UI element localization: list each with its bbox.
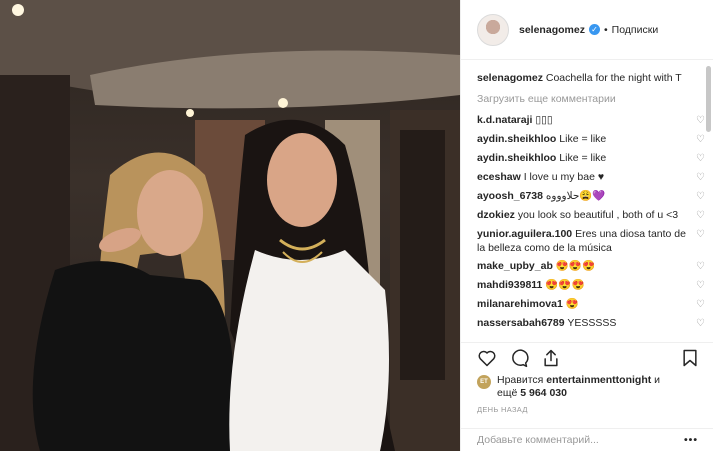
comment-username[interactable]: aydin.sheikhloo bbox=[477, 152, 556, 164]
comment-row: aydin.sheikhloo Like = like ♡ bbox=[477, 151, 705, 166]
comment-like-heart-icon[interactable]: ♡ bbox=[691, 152, 705, 166]
more-options-icon[interactable]: ••• bbox=[684, 434, 698, 446]
comment-username[interactable]: dzokiez bbox=[477, 209, 515, 221]
header-separator: • bbox=[603, 23, 608, 36]
comment-row: make_upby_ab 😍😍😍 ♡ bbox=[477, 259, 705, 274]
likes-more-prefix: ещё bbox=[497, 387, 521, 399]
likes-summary: ET Нравится entertainmenttonight и ещё 5… bbox=[477, 374, 707, 400]
comments-list[interactable]: selenagomez Coachella for the night with… bbox=[461, 61, 713, 339]
likes-and: и bbox=[651, 374, 661, 386]
comment-username[interactable]: yunior.aguilera.100 bbox=[477, 228, 572, 240]
comment-text: 😍 bbox=[565, 298, 579, 310]
comment-username[interactable]: aydin.sheikhloo bbox=[477, 133, 556, 145]
comment-row: k.d.nataraji ▯▯▯ ♡ bbox=[477, 113, 705, 128]
comment-icon[interactable] bbox=[507, 346, 531, 370]
comment-username[interactable]: make_upby_ab bbox=[477, 260, 553, 272]
comment-row: aydin.sheikhloo Like = like ♡ bbox=[477, 132, 705, 147]
add-comment-bar: Добавьте комментарий... ••• bbox=[461, 428, 713, 451]
comment-text: Like = like bbox=[559, 133, 607, 145]
post-side-panel: selenagomez ✓ • Подписки selenagomez Coa… bbox=[460, 0, 713, 451]
comment-text: حلاوووه😩💜 bbox=[545, 190, 606, 202]
liker-avatar[interactable]: ET bbox=[477, 375, 491, 389]
comment-row: yunior.aguilera.100 Eres una diosa tanto… bbox=[477, 227, 705, 255]
comment-like-heart-icon[interactable]: ♡ bbox=[691, 228, 705, 242]
likes-count[interactable]: 5 964 030 bbox=[520, 387, 567, 399]
add-comment-input[interactable]: Добавьте комментарий... bbox=[477, 434, 684, 446]
comment-like-heart-icon[interactable]: ♡ bbox=[691, 190, 705, 204]
comment-text: you look so beautiful , both of u <3 bbox=[517, 209, 679, 221]
following-button[interactable]: Подписки bbox=[612, 24, 659, 36]
post-header: selenagomez ✓ • Подписки bbox=[461, 0, 713, 60]
comments-scrollbar[interactable] bbox=[706, 66, 711, 132]
comment-username[interactable]: mahdi939811 bbox=[477, 279, 542, 291]
header-username[interactable]: selenagomez bbox=[519, 24, 585, 36]
load-more-comments-link[interactable]: Загрузить еще комментарии bbox=[477, 92, 713, 106]
post-timestamp[interactable]: ДЕНЬ НАЗАД bbox=[477, 405, 528, 414]
comment-like-heart-icon[interactable]: ♡ bbox=[691, 317, 705, 331]
comment-like-heart-icon[interactable]: ♡ bbox=[691, 298, 705, 312]
user-avatar[interactable] bbox=[477, 13, 509, 46]
comment-text: YESSSSS bbox=[567, 317, 617, 329]
comment-text: ▯▯▯ bbox=[535, 114, 553, 126]
comment-row: milanarehimova1 😍 ♡ bbox=[477, 297, 705, 312]
comment-like-heart-icon[interactable]: ♡ bbox=[691, 133, 705, 147]
comment-username[interactable]: milanarehimova1 bbox=[477, 298, 563, 310]
comment-row: mahdi939811 😍😍😍 ♡ bbox=[477, 278, 705, 293]
post-caption: selenagomez Coachella for the night with… bbox=[477, 71, 707, 86]
likes-prefix: Нравится bbox=[497, 374, 547, 386]
caption-text: Coachella for the night with T bbox=[545, 72, 682, 84]
caption-username[interactable]: selenagomez bbox=[477, 72, 543, 84]
comment-row: nassersabah6789 YESSSSS ♡ bbox=[477, 316, 705, 331]
comment-text: 😍😍😍 bbox=[555, 260, 596, 272]
photo-illustration bbox=[0, 0, 460, 451]
comment-text: I love u my bae ♥ bbox=[523, 171, 605, 183]
comment-username[interactable]: nassersabah6789 bbox=[477, 317, 565, 329]
comment-like-heart-icon[interactable]: ♡ bbox=[691, 279, 705, 293]
verified-badge-icon: ✓ bbox=[588, 24, 600, 35]
liker-username[interactable]: entertainmenttonight bbox=[546, 374, 651, 386]
like-heart-icon[interactable] bbox=[475, 346, 499, 370]
comment-text: Like = like bbox=[559, 152, 607, 164]
comment-username[interactable]: eceshaw bbox=[477, 171, 521, 183]
post-photo[interactable] bbox=[0, 0, 460, 451]
comment-text: 😍😍😍 bbox=[545, 279, 585, 291]
comment-username[interactable]: ayoosh_6738 bbox=[477, 190, 543, 202]
share-icon[interactable] bbox=[539, 346, 563, 370]
comment-like-heart-icon[interactable]: ♡ bbox=[691, 114, 705, 128]
post-actions-bar bbox=[461, 342, 713, 372]
comment-like-heart-icon[interactable]: ♡ bbox=[691, 260, 705, 274]
comment-row: dzokiez you look so beautiful , both of … bbox=[477, 208, 705, 223]
bookmark-icon[interactable] bbox=[678, 346, 702, 370]
comment-row: eceshaw I love u my bae ♥ ♡ bbox=[477, 170, 705, 185]
comment-like-heart-icon[interactable]: ♡ bbox=[691, 171, 705, 185]
comment-like-heart-icon[interactable]: ♡ bbox=[691, 209, 705, 223]
comment-username[interactable]: k.d.nataraji bbox=[477, 114, 532, 126]
comment-row: ayoosh_6738 حلاوووه😩💜 ♡ bbox=[477, 189, 705, 204]
